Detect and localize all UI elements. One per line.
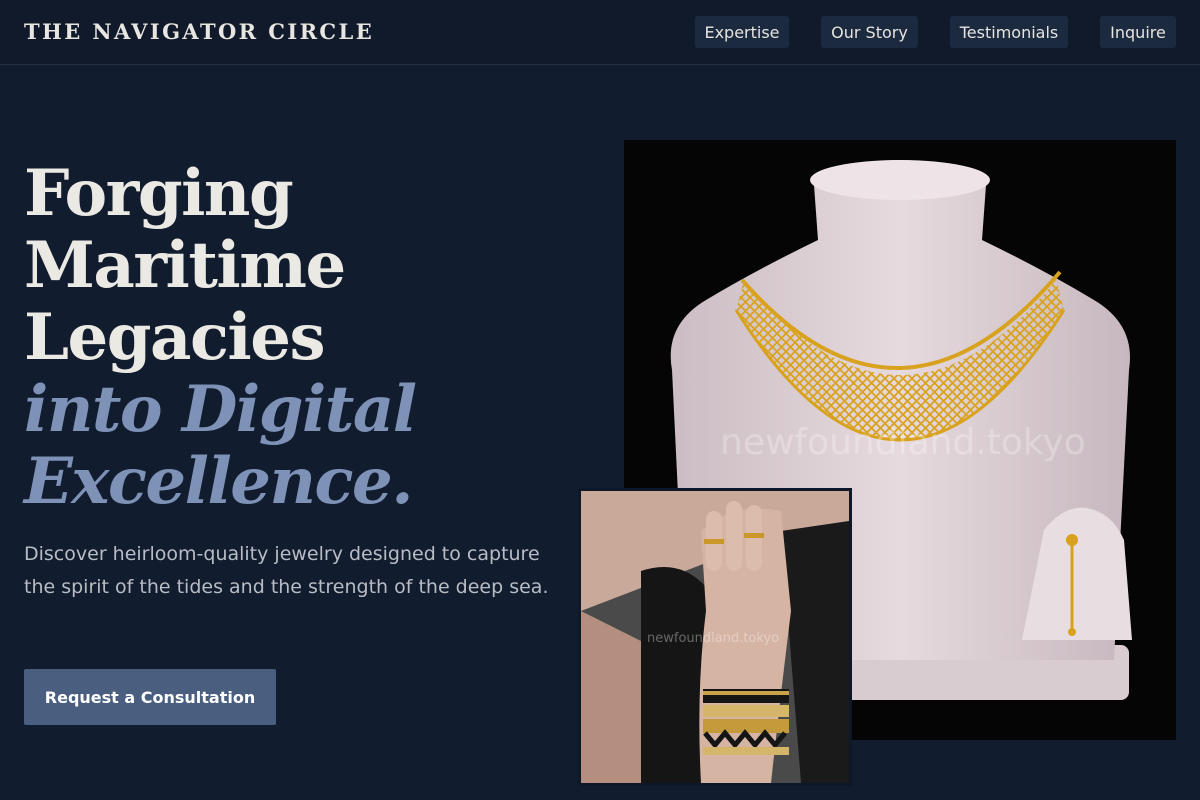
nav-testimonials[interactable]: Testimonials [950, 16, 1068, 48]
headline-accent-line: Excellence. [24, 444, 413, 519]
brand-logo[interactable]: THE NAVIGATOR CIRCLE [24, 19, 374, 44]
request-consultation-button[interactable]: Request a Consultation [24, 669, 276, 725]
site-header: THE NAVIGATOR CIRCLE Expertise Our Story… [0, 0, 1200, 65]
headline-accent-line: into Digital [24, 372, 417, 447]
image-watermark: newfoundland.tokyo [720, 422, 1086, 463]
hero-subtext: Discover heirloom-quality jewelry design… [24, 543, 549, 598]
headline-line: Forging [24, 156, 294, 231]
nav-our-story[interactable]: Our Story [821, 16, 918, 48]
nav-inquire[interactable]: Inquire [1100, 16, 1176, 48]
headline-line: Maritime [24, 228, 346, 303]
headline-line: Legacies [24, 300, 325, 375]
nav-expertise[interactable]: Expertise [695, 16, 789, 48]
bracelets-product-image: newfoundland.tokyo [578, 488, 852, 786]
image-watermark: newfoundland.tokyo [647, 631, 780, 646]
hero-headline: Forging Maritime Legacies into Digital E… [24, 156, 417, 519]
